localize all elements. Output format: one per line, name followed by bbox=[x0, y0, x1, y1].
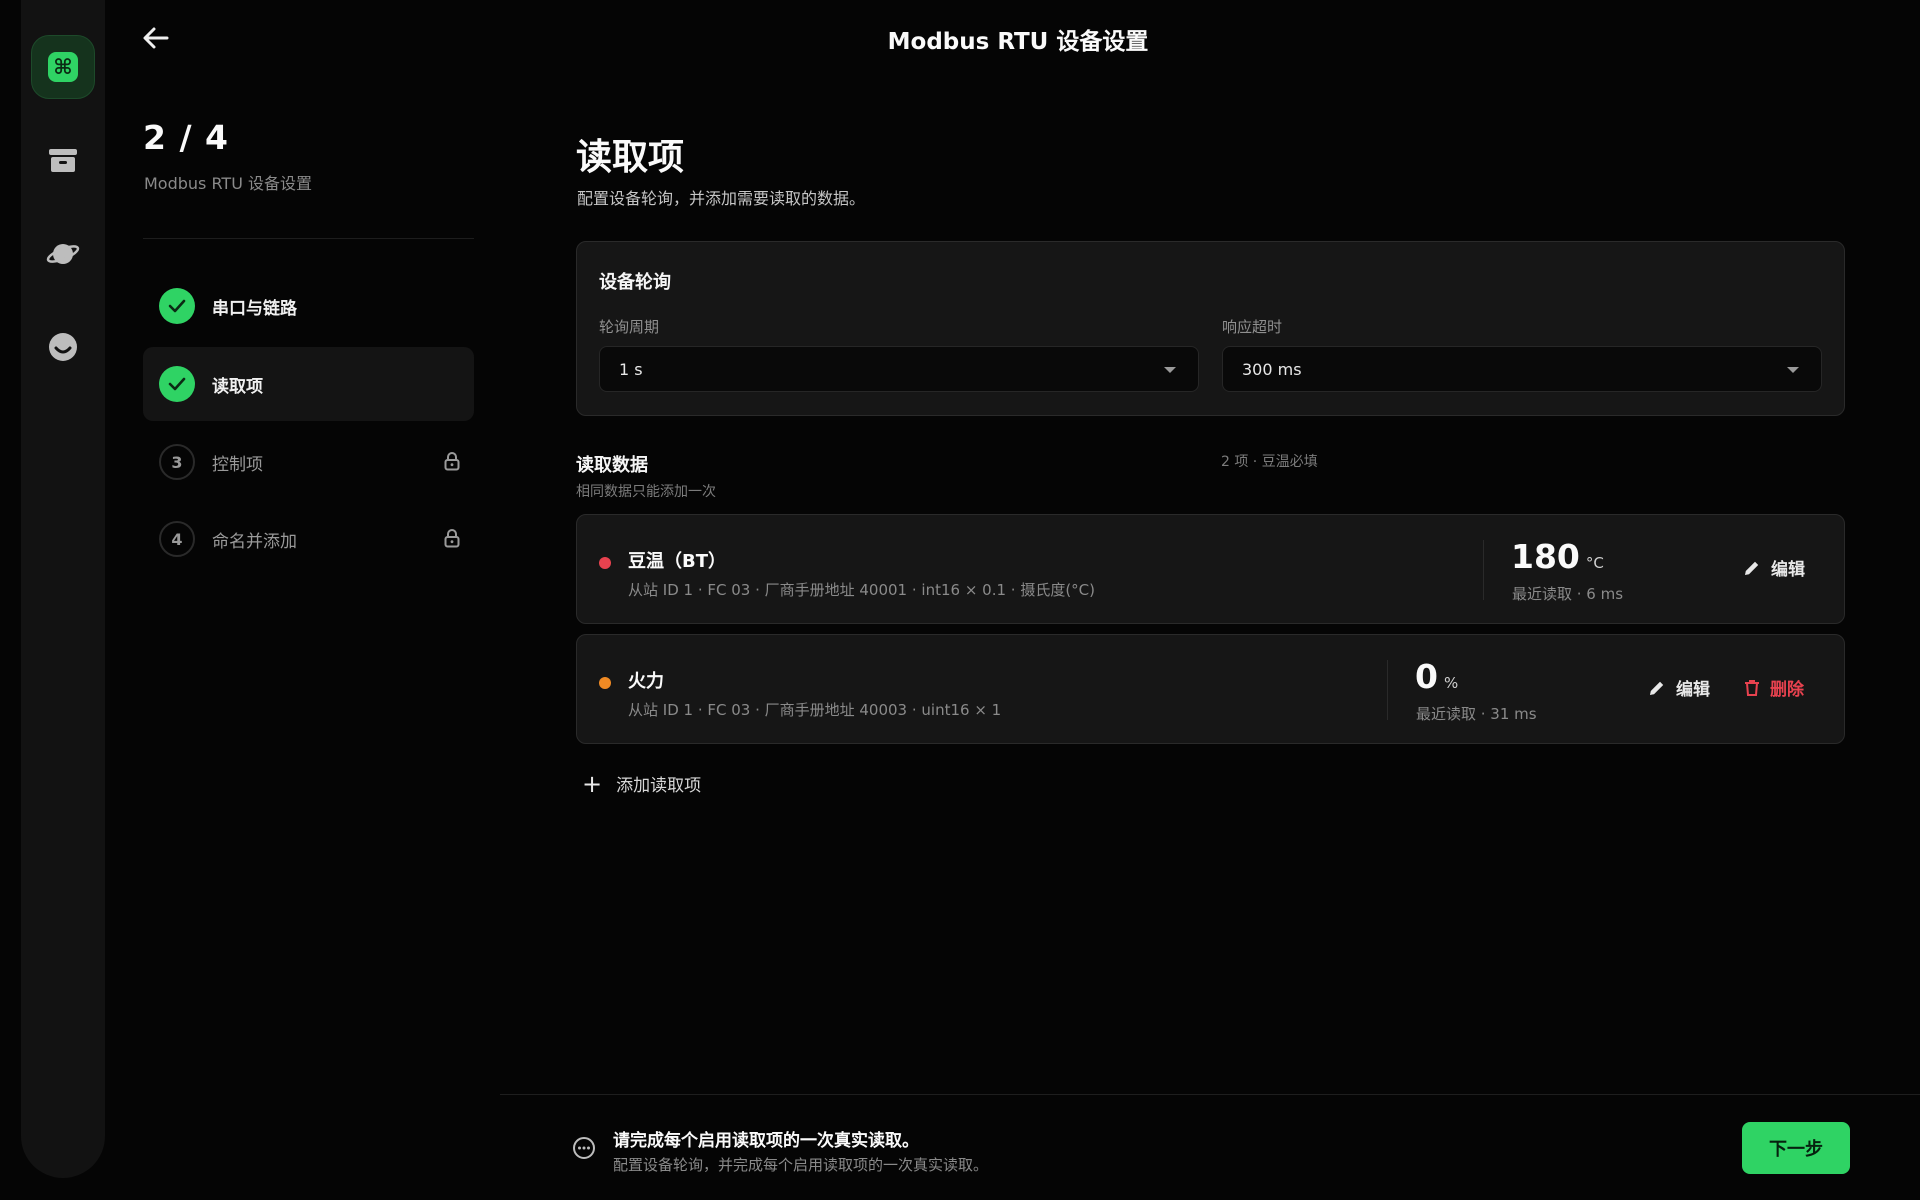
poll-period-label: 轮询周期 bbox=[599, 318, 660, 336]
section-title: 读取项 bbox=[576, 137, 685, 178]
edit-button[interactable]: 编辑 bbox=[1648, 675, 1710, 700]
divider bbox=[1483, 540, 1484, 600]
pencil-icon bbox=[1745, 561, 1759, 575]
timeout-select[interactable]: 300 ms bbox=[1222, 346, 1822, 392]
step-read-items[interactable]: 读取项 bbox=[143, 347, 474, 421]
lock-icon bbox=[444, 452, 460, 471]
app-command-icon: ⌘ bbox=[48, 52, 78, 82]
lock-icon bbox=[444, 529, 460, 548]
more-circle-icon bbox=[573, 1137, 595, 1159]
read-item-name: 豆温（BT） bbox=[628, 551, 726, 572]
read-data-title: 读取数据 bbox=[576, 455, 648, 476]
timeout-value: 300 ms bbox=[1242, 359, 1302, 379]
timeout-label: 响应超时 bbox=[1222, 318, 1283, 336]
divider bbox=[1387, 660, 1388, 720]
step-label: 串口与链路 bbox=[212, 298, 297, 319]
read-item-name: 火力 bbox=[628, 671, 664, 692]
pencil-icon bbox=[1650, 681, 1664, 695]
read-data-note: 相同数据只能添加一次 bbox=[576, 484, 716, 500]
polling-title: 设备轮询 bbox=[599, 272, 671, 293]
poll-period-select[interactable]: 1 s bbox=[599, 346, 1199, 392]
step-label: 读取项 bbox=[212, 376, 263, 397]
rail-item-archive[interactable] bbox=[31, 129, 95, 193]
chevron-down-icon bbox=[1787, 367, 1799, 373]
poll-period-value: 1 s bbox=[619, 359, 643, 379]
edit-button[interactable]: 编辑 bbox=[1743, 555, 1805, 580]
status-dot bbox=[599, 557, 611, 569]
value-number: 180 bbox=[1511, 537, 1580, 576]
status-dot bbox=[599, 677, 611, 689]
polling-card: 设备轮询 轮询周期 响应超时 1 s 300 ms bbox=[576, 241, 1845, 416]
step-label: 控制项 bbox=[212, 454, 263, 475]
last-read: 最近读取 · 31 ms bbox=[1416, 705, 1537, 723]
delete-label: 删除 bbox=[1770, 680, 1804, 700]
add-read-item-label: 添加读取项 bbox=[616, 776, 702, 796]
check-circle-icon bbox=[159, 288, 195, 324]
trash-icon bbox=[1745, 679, 1759, 696]
add-read-item-button[interactable]: + 添加读取项 bbox=[582, 769, 702, 798]
step-control-items: 3 控制项 bbox=[143, 425, 474, 499]
step-progress: 2 / 4 bbox=[143, 118, 229, 157]
last-read: 最近读取 · 6 ms bbox=[1512, 585, 1624, 603]
read-item-card: 火力 从站 ID 1 · FC 03 · 厂商手册地址 40003 · uint… bbox=[576, 634, 1845, 744]
page-title: Modbus RTU 设备设置 bbox=[887, 29, 1149, 55]
read-item-meta: 从站 ID 1 · FC 03 · 厂商手册地址 40003 · uint16 … bbox=[628, 701, 1002, 719]
planet-icon bbox=[46, 244, 80, 264]
step-serial-link[interactable]: 串口与链路 bbox=[143, 269, 474, 343]
edit-label: 编辑 bbox=[1771, 560, 1805, 580]
smiley-icon bbox=[49, 333, 77, 361]
divider bbox=[143, 238, 474, 239]
footer-description: 配置设备轮询，并完成每个启用读取项的一次真实读取。 bbox=[613, 1156, 989, 1174]
edit-label: 编辑 bbox=[1676, 680, 1710, 700]
archive-icon bbox=[49, 149, 77, 172]
step-subtitle: Modbus RTU 设备设置 bbox=[144, 174, 312, 193]
value-number: 0 bbox=[1415, 657, 1438, 696]
next-button[interactable]: 下一步 bbox=[1742, 1122, 1850, 1174]
chevron-down-icon bbox=[1164, 367, 1176, 373]
step-number: 3 bbox=[159, 444, 195, 480]
footer-title: 请完成每个启用读取项的一次真实读取。 bbox=[613, 1131, 919, 1151]
rail-item-profile[interactable] bbox=[31, 315, 95, 379]
delete-button[interactable]: 删除 bbox=[1744, 675, 1804, 700]
read-item-value: 0% bbox=[1415, 657, 1458, 696]
value-unit: °C bbox=[1585, 554, 1604, 572]
step-name-and-add: 4 命名并添加 bbox=[143, 502, 474, 576]
read-item-value: 180 °C bbox=[1511, 537, 1604, 576]
read-item-meta: 从站 ID 1 · FC 03 · 厂商手册地址 40001 · int16 ×… bbox=[628, 581, 1095, 599]
value-unit: % bbox=[1443, 674, 1459, 692]
read-item-card: 豆温（BT） 从站 ID 1 · FC 03 · 厂商手册地址 40001 · … bbox=[576, 514, 1845, 624]
read-data-count: 2 项 · 豆温必填 bbox=[1221, 454, 1318, 470]
check-circle-icon bbox=[159, 366, 195, 402]
section-description: 配置设备轮询，并添加需要读取的数据。 bbox=[577, 189, 866, 208]
footer-divider bbox=[500, 1094, 1920, 1095]
plus-icon: + bbox=[582, 769, 603, 798]
step-number: 4 bbox=[159, 521, 195, 557]
icon-rail: ⌘ bbox=[21, 0, 105, 1178]
step-label: 命名并添加 bbox=[212, 531, 297, 552]
rail-item-planet[interactable] bbox=[31, 222, 95, 286]
app-window: ⌘ Modbus RTU 设备设置 2 / 4 Modbus RTU 设备设置 … bbox=[0, 0, 1920, 1200]
